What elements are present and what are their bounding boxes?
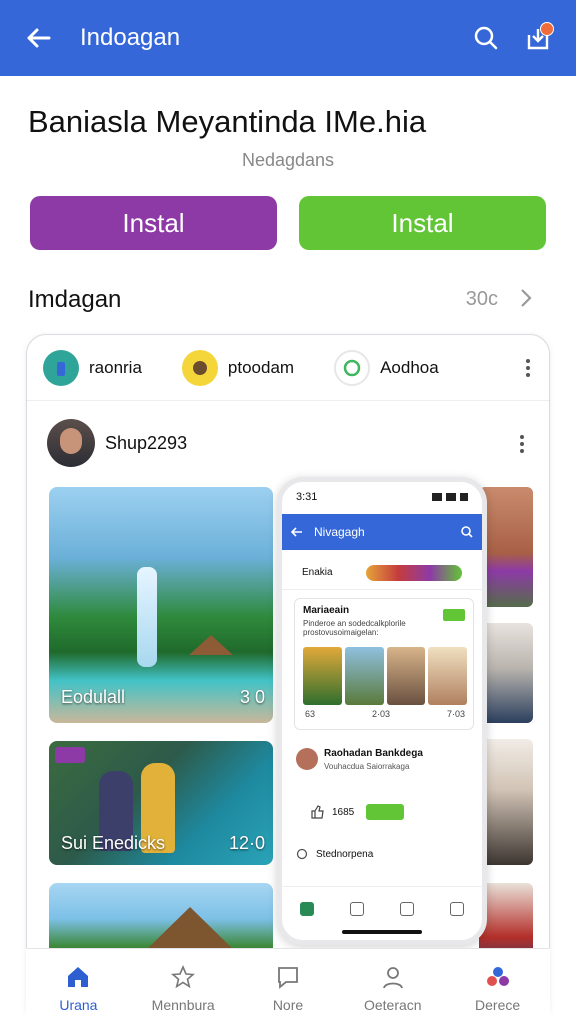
star-icon: [169, 963, 197, 991]
comment-text: Stednorpena: [316, 848, 374, 860]
avatar: [296, 748, 318, 770]
back-button[interactable]: [18, 18, 58, 58]
install-button-primary[interactable]: Instal: [30, 196, 277, 250]
photo-tile-waterfall[interactable]: Eodulall 3 0: [49, 487, 273, 723]
nav-item-apps[interactable]: Derece: [445, 949, 550, 1024]
story-item[interactable]: raonria: [43, 349, 142, 386]
section-more-button[interactable]: [514, 286, 538, 310]
phone-card-meta: 63 2·03 7·03: [305, 709, 465, 719]
home-indicator: [342, 930, 422, 934]
nav-label: Oeteracn: [363, 997, 422, 1013]
phone-post: Raohadan Bankdega Vouhacdua Saiorrakaga …: [294, 740, 474, 836]
person-icon: [379, 963, 407, 991]
whatsapp-icon: [334, 349, 371, 386]
tile-label: Eodulall: [61, 687, 126, 707]
tile-label: Sui Enedicks: [61, 833, 166, 853]
phone-mockup: 3:31 Nivagagh Enakia Mariaeain Pinderoe …: [277, 477, 487, 945]
status-badge: [443, 609, 465, 621]
phone-stories-row: Enakia: [282, 556, 482, 590]
photo-thumb[interactable]: [479, 487, 533, 607]
nav-item-favorites[interactable]: Mennbura: [131, 949, 236, 1024]
chat-icon: [274, 963, 302, 991]
photo-tile-people[interactable]: Sui Enedicks 12·0: [49, 741, 273, 865]
stories-row: raonria ptoodam Aodhoa: [27, 335, 549, 401]
phone-card-title: Mariaeain: [303, 605, 350, 616]
arrow-left-icon: [27, 28, 51, 48]
app-subtitle: Nedagdans: [241, 150, 335, 170]
phone-comment: Stednorpena: [296, 848, 373, 860]
username: Shup2293: [105, 432, 188, 453]
story-label: Aodhoa: [380, 357, 439, 377]
phone-status-bar: 3:31: [282, 482, 482, 512]
lighthouse-icon: [43, 349, 79, 386]
app-title: Baniasla Meyantinda IMe.hia: [28, 104, 427, 139]
search-icon: [461, 526, 473, 538]
story-label: raonria: [89, 357, 142, 377]
phone-post-actions: 1685: [310, 804, 405, 820]
bottom-navigation: Urana Mennbura Nore Oeteracn Derece: [26, 948, 550, 1024]
story-chips: [366, 564, 462, 581]
comment-icon: [296, 848, 308, 860]
nav-item-home[interactable]: Urana: [26, 949, 131, 1024]
top-app-bar: Indoagan: [0, 0, 576, 76]
hut-shape: [189, 635, 233, 655]
chat-icon: [400, 901, 414, 916]
nav-label: Nore: [272, 997, 304, 1013]
waterfall-shape: [137, 567, 157, 667]
nav-label: Urana: [59, 997, 98, 1013]
phone-app-title: Nivagagh: [314, 525, 365, 539]
phone-post-sub: Vouhacdua Saiorrakaga: [324, 762, 410, 771]
search-icon: [350, 901, 364, 916]
photo-thumb[interactable]: [479, 623, 533, 723]
post-author[interactable]: Shup2293: [47, 419, 187, 467]
section-title: Imdagan: [28, 286, 122, 313]
chevron-right-icon: [521, 289, 532, 307]
tag-badge: [55, 747, 85, 763]
phone-card-desc: Pinderoe an sodedcalkplorile prostovusoi…: [303, 619, 406, 637]
story-label: ptoodam: [227, 357, 295, 377]
tile-number: 12·0: [228, 833, 265, 853]
like-count: 1685: [332, 806, 355, 818]
meta-value: 2·03: [371, 709, 390, 719]
nav-label: Derece: [475, 997, 521, 1013]
phone-post-name: Raohadan Bankdega: [324, 748, 423, 759]
nav-item-profile[interactable]: Oeteracn: [340, 949, 445, 1024]
avatar: [47, 419, 95, 467]
arrow-left-icon: [290, 527, 302, 537]
face-icon: [181, 349, 218, 386]
phone-card-images: [303, 647, 467, 705]
roof-shape: [145, 907, 235, 951]
more-options-icon[interactable]: [525, 357, 531, 378]
story-item[interactable]: Aodhoa: [334, 349, 439, 386]
thumbs-up-icon: [311, 805, 324, 819]
nav-item-messages[interactable]: Nore: [236, 949, 341, 1024]
apps-icon: [484, 963, 512, 991]
page-title: Indoagan: [80, 24, 181, 51]
meta-value: 7·03: [446, 709, 465, 719]
more-options-icon[interactable]: [519, 433, 525, 454]
phone-story-label: Enakia: [302, 567, 333, 578]
photo-thumb[interactable]: [479, 739, 533, 865]
phone-app-bar: Nivagagh: [282, 514, 482, 550]
home-icon: [300, 901, 314, 916]
search-button[interactable]: [466, 18, 506, 58]
section-count: 30c: [465, 288, 498, 310]
story-item[interactable]: ptoodam: [181, 349, 295, 386]
document-icon: [450, 901, 464, 916]
tile-number: 3 0: [239, 687, 265, 707]
meta-value: 63: [305, 709, 316, 719]
phone-post-card: Mariaeain Pinderoe an sodedcalkplorile p…: [294, 598, 474, 730]
nav-label: Mennbura: [151, 997, 215, 1013]
phone-time: 3:31: [296, 491, 318, 503]
screenshot-preview-card[interactable]: raonria ptoodam Aodhoa Shup2293 Eodulall…: [26, 334, 550, 1024]
signal-battery-icon: [432, 493, 468, 501]
install-button-secondary[interactable]: Instal: [299, 196, 546, 250]
home-icon: [64, 963, 92, 991]
downloads-button[interactable]: [518, 18, 558, 58]
action-pill: [366, 804, 405, 820]
notification-badge: [540, 22, 554, 36]
search-icon: [474, 26, 498, 50]
